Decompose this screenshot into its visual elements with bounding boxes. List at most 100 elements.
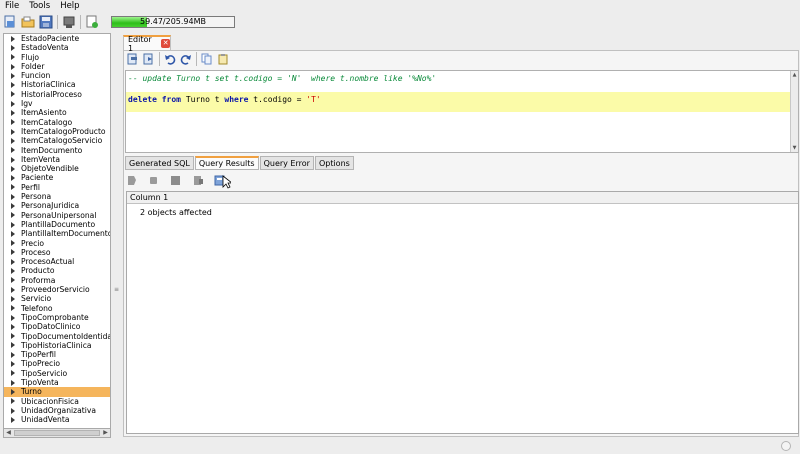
expand-arrow-icon[interactable] [11,175,15,182]
tree-item[interactable]: ItemAsiento [4,108,110,117]
expand-arrow-icon[interactable] [11,44,15,51]
expand-arrow-icon[interactable] [11,193,15,200]
expand-arrow-icon[interactable] [11,314,15,321]
tree-item[interactable]: Flujo [4,53,110,62]
close-icon[interactable]: ✕ [161,39,170,48]
tree-item[interactable]: Paciente [4,173,110,182]
tree-item[interactable]: TipoServicio [4,369,110,378]
tree-item[interactable]: TipoDatoClinico [4,322,110,331]
open-icon[interactable] [21,15,35,29]
expand-arrow-icon[interactable] [11,323,15,330]
entity-tree[interactable]: EstadoPaciente EstadoVenta Flujo Folder Func… [3,33,111,437]
expand-arrow-icon[interactable] [11,128,15,135]
tree-item[interactable]: ItemDocumento [4,146,110,155]
tool-icon[interactable] [62,15,76,29]
tree-horizontal-scrollbar[interactable]: ◀ ▶ [3,428,111,438]
memory-usage-bar[interactable]: 59.47/205.94MB [111,16,235,28]
expand-arrow-icon[interactable] [11,388,15,395]
scroll-right-arrow-icon[interactable]: ▶ [101,429,110,437]
tree-item[interactable]: HistorialProceso [4,90,110,99]
tree-item[interactable]: EstadoPaciente [4,34,110,43]
expand-arrow-icon[interactable] [11,268,15,275]
tree-item[interactable]: PersonaUnipersonal [4,211,110,220]
expand-arrow-icon[interactable] [11,212,15,219]
expand-arrow-icon[interactable] [11,156,15,163]
sql-vertical-scrollbar[interactable]: ▲ ▼ [790,71,798,152]
tree-item[interactable]: Folder [4,62,110,71]
expand-arrow-icon[interactable] [11,258,15,265]
expand-arrow-icon[interactable] [11,379,15,386]
tree-item[interactable]: ObjetoVendible [4,164,110,173]
expand-arrow-icon[interactable] [11,286,15,293]
tree-item[interactable]: ProcesoActual [4,257,110,266]
expand-arrow-icon[interactable] [11,72,15,79]
expand-arrow-icon[interactable] [11,221,15,228]
expand-arrow-icon[interactable] [11,295,15,302]
scroll-down-arrow-icon[interactable]: ▼ [791,144,798,152]
expand-arrow-icon[interactable] [11,333,15,340]
tree-item[interactable]: Perfil [4,183,110,192]
undo-icon[interactable] [164,53,176,65]
expand-arrow-icon[interactable] [11,54,15,61]
tree-item[interactable]: PersonaJuridica [4,201,110,210]
expand-arrow-icon[interactable] [11,277,15,284]
tree-item[interactable]: UnidadVenta [4,415,110,424]
tree-item[interactable]: UbicacionFisica [4,397,110,406]
expand-arrow-icon[interactable] [11,249,15,256]
redo-icon[interactable] [180,53,192,65]
expand-arrow-icon[interactable] [11,361,15,368]
menu-help[interactable]: Help [55,0,84,12]
tree-item[interactable]: Telefono [4,304,110,313]
tree-item[interactable]: Persona [4,192,110,201]
expand-arrow-icon[interactable] [11,35,15,42]
expand-arrow-icon[interactable] [11,230,15,237]
tree-item[interactable]: Precio [4,239,110,248]
expand-arrow-icon[interactable] [11,202,15,209]
tree-item[interactable]: Proforma [4,276,110,285]
expand-arrow-icon[interactable] [11,342,15,349]
expand-arrow-icon[interactable] [11,63,15,70]
tree-item[interactable]: ProveedorServicio [4,285,110,294]
tree-item[interactable]: TipoComprobante [4,313,110,322]
tree-item[interactable]: Turno [4,387,110,397]
expand-arrow-icon[interactable] [11,137,15,144]
tree-item[interactable]: UnidadOrganizativa [4,406,110,415]
tree-item[interactable]: EstadoVenta [4,43,110,52]
first-icon[interactable] [126,175,137,186]
stop-icon[interactable] [170,175,181,186]
run-icon[interactable] [85,15,99,29]
tree-item[interactable]: Servicio [4,294,110,303]
expand-arrow-icon[interactable] [11,305,15,312]
expand-arrow-icon[interactable] [11,240,15,247]
new-icon[interactable] [3,15,17,29]
tree-item[interactable]: HistoriaClinica [4,80,110,89]
tree-item[interactable]: TipoDocumentoIdentidad [4,332,110,341]
expand-arrow-icon[interactable] [11,119,15,126]
tree-item[interactable]: Funcion [4,71,110,80]
expand-arrow-icon[interactable] [11,165,15,172]
query-results-table[interactable]: Column 1 2 objects affected [126,191,799,434]
menu-tools[interactable]: Tools [24,0,55,12]
column-header[interactable]: Column 1 [127,192,798,204]
paste-icon[interactable] [217,53,229,65]
save-icon[interactable] [39,15,53,29]
tree-item[interactable]: ItemCatalogo [4,118,110,127]
expand-arrow-icon[interactable] [11,407,15,414]
sql-editor[interactable]: -- update Turno t set t.codigo = 'N' whe… [125,70,799,153]
scroll-up-arrow-icon[interactable]: ▲ [791,71,798,79]
scroll-left-arrow-icon[interactable]: ◀ [4,429,13,437]
expand-arrow-icon[interactable] [11,82,15,89]
copy-icon[interactable] [201,53,213,65]
tree-item[interactable]: PlantillaDocumento [4,220,110,229]
expand-arrow-icon[interactable] [11,416,15,423]
tree-item[interactable]: TipoVenta [4,378,110,387]
expand-arrow-icon[interactable] [11,91,15,98]
expand-arrow-icon[interactable] [11,100,15,107]
tree-item[interactable]: ItemCatalogoServicio [4,136,110,145]
tab-query-results[interactable]: Query Results [194,156,259,170]
expand-arrow-icon[interactable] [11,184,15,191]
tree-item[interactable]: TipoPrecio [4,359,110,368]
execute-icon[interactable] [127,53,139,65]
panel-splitter-handle[interactable]: ≡ [114,286,120,294]
tree-item[interactable]: ItemCatalogoProducto [4,127,110,136]
